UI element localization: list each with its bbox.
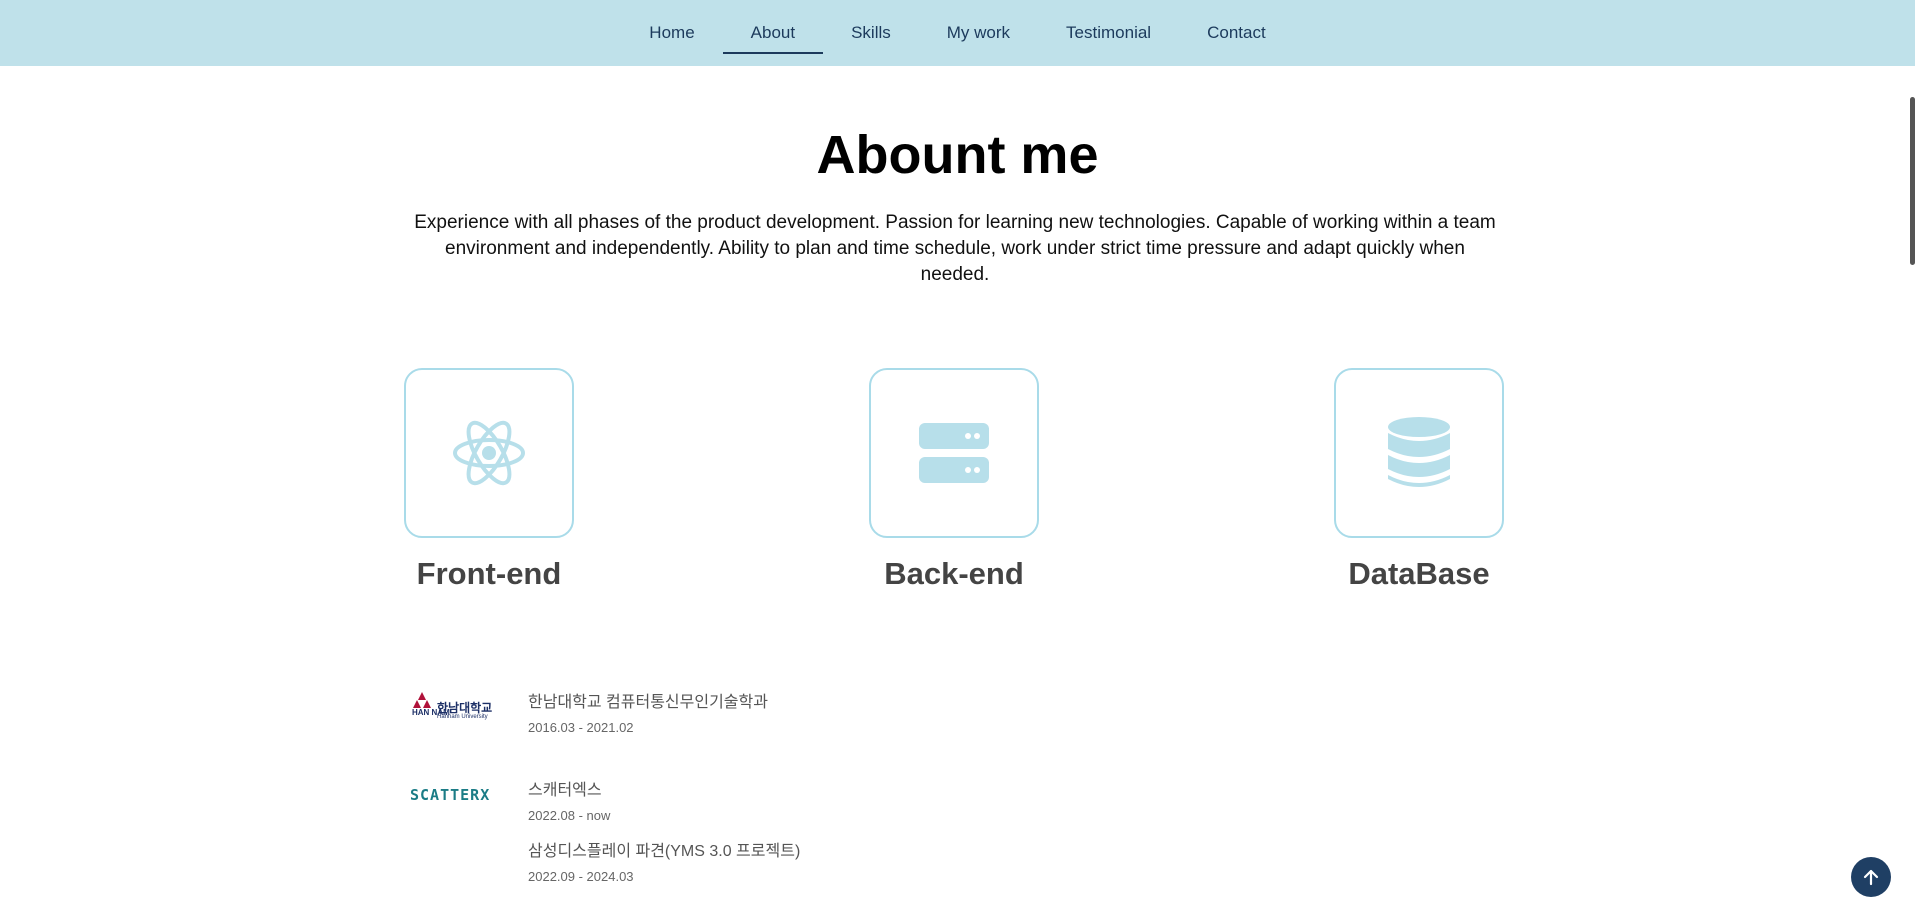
skill-front-end: Front-end bbox=[369, 368, 609, 592]
skill-back-end-box bbox=[869, 368, 1039, 538]
entry-date: 2022.08 - now bbox=[528, 808, 611, 823]
timeline-item-hannam: HAN NAM 한남대학교 Hannam University 한남대학교 컴퓨… bbox=[410, 688, 1110, 748]
entry-title: 삼성디스플레이 파견(YMS 3.0 프로젝트) bbox=[528, 843, 801, 860]
back-to-top-button[interactable] bbox=[1851, 857, 1891, 897]
skill-database-label: DataBase bbox=[1348, 556, 1490, 591]
timeline-entry: 삼성디스플레이 파견(YMS 3.0 프로젝트) 2022.09 - 2024.… bbox=[528, 837, 800, 884]
skill-back-end: Back-end bbox=[834, 368, 1074, 592]
about-title: Abount me bbox=[816, 125, 1099, 185]
about-description: Experience with all phases of the produc… bbox=[414, 212, 1496, 285]
nav-testimonial[interactable]: Testimonial bbox=[1038, 0, 1179, 66]
scrollbar-thumb[interactable] bbox=[1910, 97, 1915, 265]
skill-front-end-box bbox=[404, 368, 574, 538]
skill-database-box bbox=[1334, 368, 1504, 538]
entry-title: 스캐터엑스 bbox=[528, 782, 602, 799]
timeline-item-scatterx: SCATTERX 스캐터엑스 2022.08 - now 삼성디스플레이 파견(… bbox=[410, 776, 1110, 906]
nav-skills[interactable]: Skills bbox=[823, 0, 919, 66]
entry-date: 2016.03 - 2021.02 bbox=[528, 720, 634, 735]
server-icon bbox=[919, 423, 989, 483]
top-navbar: Home About Skills My work Testimonial Co… bbox=[0, 0, 1915, 66]
skill-front-end-label: Front-end bbox=[416, 556, 562, 591]
hannam-logo-sub: Hannam University bbox=[437, 714, 488, 720]
arrow-up-icon bbox=[1863, 869, 1879, 886]
nav-home[interactable]: Home bbox=[621, 0, 722, 66]
nav-list: Home About Skills My work Testimonial Co… bbox=[621, 0, 1293, 66]
timeline-entry: 한남대학교 컴퓨터통신무인기술학과 2016.03 - 2021.02 bbox=[528, 688, 768, 735]
timeline-entry: 스캐터엑스 2022.08 - now bbox=[528, 776, 610, 823]
scatterx-logo-text: SCATTERX bbox=[410, 786, 491, 804]
nav-my-work[interactable]: My work bbox=[919, 0, 1038, 66]
react-icon bbox=[453, 420, 525, 486]
nav-contact[interactable]: Contact bbox=[1179, 0, 1294, 66]
entry-title: 한남대학교 컴퓨터통신무인기술학과 bbox=[528, 694, 768, 711]
nav-about[interactable]: About bbox=[722, 0, 824, 66]
skill-back-end-label: Back-end bbox=[884, 556, 1024, 591]
database-icon bbox=[1388, 417, 1450, 487]
skill-database: DataBase bbox=[1299, 368, 1539, 592]
scatterx-logo: SCATTERX bbox=[410, 786, 510, 826]
hannam-logo: HAN NAM 한남대학교 Hannam University bbox=[410, 690, 510, 730]
entry-date: 2022.09 - 2024.03 bbox=[528, 869, 634, 884]
